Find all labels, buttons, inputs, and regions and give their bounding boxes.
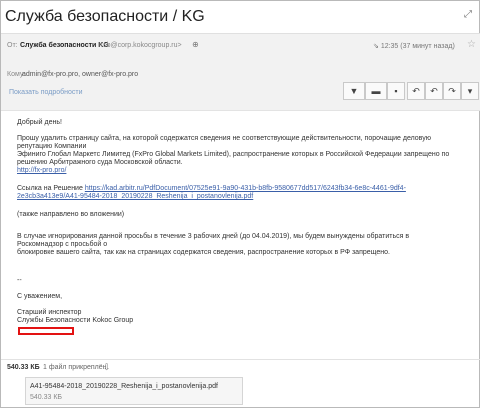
email-subject: Служба безопасности / KG — [5, 8, 205, 25]
star-icon[interactable]: ☆ — [467, 39, 476, 50]
forward-icon[interactable]: ↷ — [443, 82, 461, 100]
folder-icon[interactable]: ▬ — [365, 82, 387, 100]
trash-icon[interactable]: ▪ — [387, 82, 405, 100]
decision-block: Ссылка на Решение https://kad.arbitr.ru/… — [17, 185, 457, 201]
filter-icon[interactable]: ▼ — [343, 82, 365, 100]
paragraph-1-line: решению Арбитражного суда Московской обл… — [17, 159, 183, 166]
regards: С уважением, — [17, 293, 63, 300]
attachment-file-name[interactable]: A41-95484-2018_20190228_Reshenija_i_post… — [30, 383, 218, 390]
signature: Старший инспектор Службы Безопасности Ko… — [17, 309, 457, 325]
timestamp: ⇘ 12:35 (37 минут назад) — [373, 43, 455, 50]
more-icon[interactable]: ▾ — [461, 82, 479, 100]
paragraph-1-line: Эфиниго Глобал Маркетс Лимитед (FxPro Gl… — [17, 151, 450, 158]
paragraph-2-line: В случае игнорирования данной просьбы в … — [17, 233, 410, 248]
decision-link-continued[interactable]: 2e3cb3a413e9/A41-95484-2018_20190228_Res… — [17, 193, 457, 201]
decision-link[interactable]: https://kad.arbitr.ru/PdfDocument/07525e… — [85, 185, 406, 192]
email-header: От: Служба безопасности KG <sb@corp.koko… — [1, 33, 480, 111]
expand-icon[interactable]: ⤢ — [464, 9, 472, 20]
site-link[interactable]: http://fx-pro.pro/ — [17, 167, 457, 175]
signature-title: Старший инспектор — [17, 309, 82, 316]
attachment-note: (также направлено во вложении) — [17, 211, 125, 218]
email-window: Служба безопасности / KG ⤢ От: Служба бе… — [0, 0, 480, 408]
attachments-total-size: 540.33 КБ — [7, 364, 40, 371]
attachments-count: 1 файл прикреплён — [43, 364, 107, 371]
redaction-box — [18, 327, 74, 335]
recipient-addresses: admin@fx-pro.pro, owner@fx-pro.pro — [22, 71, 139, 78]
paragraph-2-line: блокировке вашего сайта, так как на стра… — [17, 249, 390, 256]
show-details-link[interactable]: Показать подробности — [9, 89, 83, 96]
signature-dept: Службы Безопасности Kokoc Group — [17, 317, 134, 324]
paragraph-1: Прошу удалить страницу сайта, на которой… — [17, 135, 457, 175]
attachment-file[interactable]: A41-95484-2018_20190228_Reshenija_i_post… — [25, 377, 243, 405]
paragraph-2: В случае игнорирования данной просьбы в … — [17, 233, 457, 257]
decision-label: Ссылка на Решение — [17, 185, 83, 192]
greeting: Добрый день! — [17, 119, 62, 126]
attachment-file-size: 540.33 КБ — [30, 394, 63, 401]
paragraph-1-line: Прошу удалить страницу сайта, на которой… — [17, 135, 432, 150]
reply-all-icon[interactable]: ↶ — [425, 82, 443, 100]
signature-dashes: -- — [17, 277, 22, 284]
reply-icon[interactable]: ↶ — [407, 82, 425, 100]
attachments-bar: 540.33 КБ 1 файл прикреплён ⇩ — [1, 359, 480, 375]
sender-address[interactable]: <sb@corp.kokocgroup.ru> — [99, 42, 182, 49]
sender-name[interactable]: Служба безопасности KG — [20, 42, 109, 49]
pin-icon[interactable]: ⊕ — [192, 40, 199, 49]
download-icon[interactable]: ⇩ — [103, 362, 111, 373]
message-toolbar: ▼ ▬ ▪ — [343, 82, 405, 100]
reply-toolbar: ↶ ↶ ↷ ▾ — [407, 82, 479, 100]
from-label: От: — [7, 42, 18, 49]
